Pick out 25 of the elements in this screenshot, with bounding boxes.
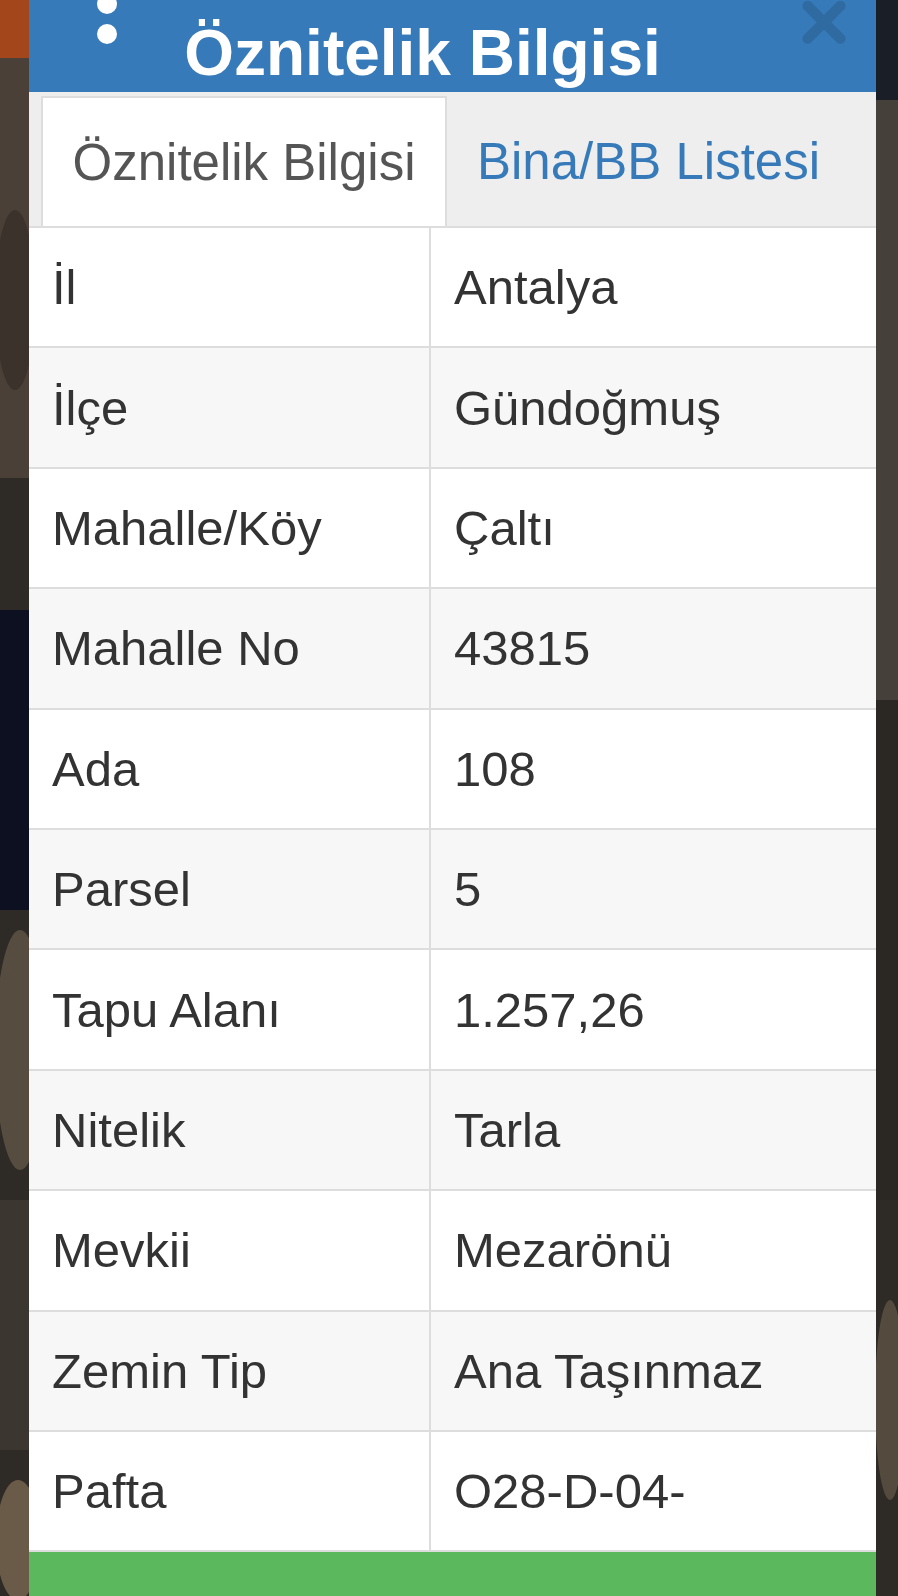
table-cell: Parsel	[29, 829, 431, 949]
table-cell-text: Mezarönü	[453, 1222, 673, 1280]
table-cell: Mahalle/Köy	[29, 468, 431, 588]
tab[interactable]: Öznitelik Bilgisi	[41, 96, 447, 226]
table-cell-text: 5	[453, 861, 483, 919]
dialog-title: Öznitelik Bilgisi	[184, 16, 661, 90]
table-cell: Pafta	[29, 1431, 431, 1551]
table-cell: Nitelik	[29, 1070, 431, 1190]
table-cell-text: Çaltı	[453, 499, 556, 557]
table-cell-text: O28-D-04-	[453, 1463, 687, 1521]
table-cell-text: Tarla	[453, 1101, 562, 1159]
table-cell: Tapu Alanı	[29, 950, 431, 1069]
table-cell-text: 1.257,26	[453, 981, 646, 1039]
tab[interactable]: Bina/BB Listesi	[447, 96, 850, 226]
table-cell-text: Antalya	[453, 259, 619, 317]
table-cell: Ada	[29, 709, 431, 828]
table-cell: İl	[29, 228, 431, 347]
table-cell-text: 43815	[453, 620, 592, 678]
table-cell: Mahalle No	[29, 589, 431, 708]
table-cell-text: 108	[453, 740, 537, 798]
table-cell-text: Ana Taşınmaz	[453, 1342, 765, 1400]
table-cell: Zemin Tip	[29, 1311, 431, 1430]
table-cell: Mevkii	[29, 1191, 431, 1310]
table-cell: İlçe	[29, 348, 431, 467]
table-cell-text: Gündoğmuş	[453, 379, 722, 437]
